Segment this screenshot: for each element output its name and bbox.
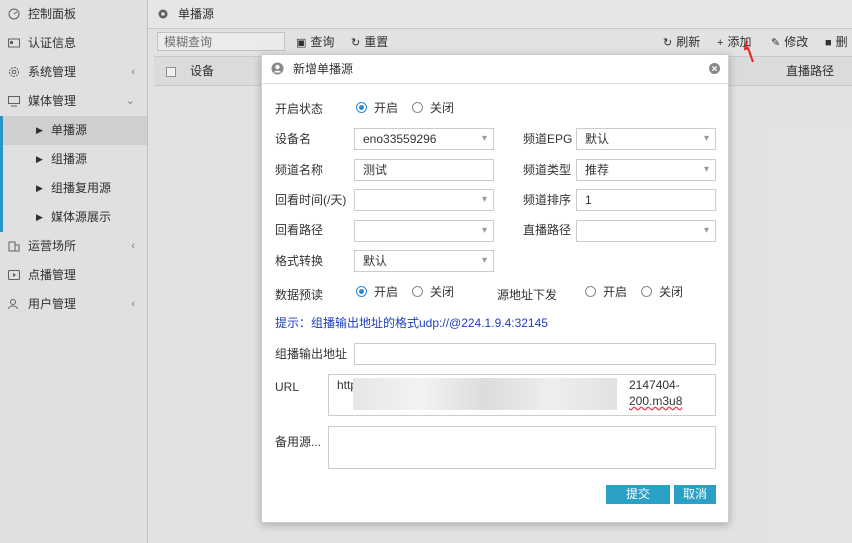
submit-button[interactable]: 提交 xyxy=(606,485,670,504)
format-hint: 提示：组播输出地址的格式udp://@224.1.9.4:32145 xyxy=(275,316,548,330)
src-off-radio[interactable]: 关闭 xyxy=(641,282,683,302)
radio-label: 关闭 xyxy=(659,285,684,299)
device-label: 设备名 xyxy=(275,132,312,146)
mc-out-label: 组播输出地址 xyxy=(275,347,348,361)
preview-label: 数据预读 xyxy=(275,288,324,302)
channel-type-label: 频道类型 xyxy=(523,163,572,177)
radio-dot xyxy=(585,286,596,297)
format-select[interactable]: 默认 xyxy=(354,250,494,272)
preview-off-radio[interactable]: 关闭 xyxy=(412,282,454,302)
src-dispatch-label: 源地址下发 xyxy=(497,288,558,302)
backup-textarea[interactable] xyxy=(328,426,716,469)
channel-name-label: 频道名称 xyxy=(275,163,324,177)
red-arrow-annotation xyxy=(744,40,754,63)
epg-label: 频道EPG xyxy=(523,132,573,146)
url-text-mid: 2147404- xyxy=(629,378,680,392)
lookback-select[interactable] xyxy=(354,189,494,211)
preview-on-radio[interactable]: 开启 xyxy=(356,282,398,302)
radio-dot xyxy=(641,286,652,297)
live-path-select[interactable] xyxy=(576,220,716,242)
url-text-end: 200.m3u8 xyxy=(629,394,683,408)
device-select[interactable]: eno33559296 xyxy=(354,128,494,150)
order-label: 频道排序 xyxy=(523,193,572,207)
live-path-label: 直播路径 xyxy=(523,223,572,237)
lookback-label: 回看时间(/天) xyxy=(275,193,347,207)
lookback-path-select[interactable] xyxy=(354,220,494,242)
url-label: URL xyxy=(275,380,300,394)
url-textarea[interactable]: http 2147404- 200.m3u8 xyxy=(328,374,716,416)
channel-name-value: 测试 xyxy=(363,163,388,177)
radio-dot xyxy=(356,102,367,113)
radio-dot xyxy=(356,286,367,297)
epg-select[interactable]: 默认 xyxy=(576,128,716,150)
redaction-blur xyxy=(353,378,617,410)
radio-label: 开启 xyxy=(603,285,628,299)
add-unicast-dialog: 新增单播源 开启状态 开启 关闭 设备名 eno33559296 频道EPG 默… xyxy=(261,54,729,523)
format-value: 默认 xyxy=(363,254,388,268)
user-icon xyxy=(271,62,284,75)
src-on-radio[interactable]: 开启 xyxy=(585,282,627,302)
radio-dot xyxy=(412,102,423,113)
channel-name-input[interactable]: 测试 xyxy=(354,159,494,181)
mc-out-input[interactable] xyxy=(354,343,716,365)
backup-label: 备用源... xyxy=(275,435,322,449)
radio-label: 关闭 xyxy=(430,285,455,299)
dialog-title: 新增单播源 xyxy=(293,62,354,76)
radio-label: 关闭 xyxy=(430,101,455,115)
enable-off-radio[interactable]: 关闭 xyxy=(412,98,454,118)
order-input[interactable]: 1 xyxy=(576,189,716,211)
epg-value: 默认 xyxy=(585,132,610,146)
radio-label: 开启 xyxy=(374,285,399,299)
dialog-header: 新增单播源 xyxy=(262,55,728,84)
cancel-button[interactable]: 取消 xyxy=(674,485,716,504)
radio-dot xyxy=(412,286,423,297)
close-icon[interactable] xyxy=(709,63,720,74)
order-value: 1 xyxy=(585,193,592,207)
enable-on-radio[interactable]: 开启 xyxy=(356,98,398,118)
lookback-path-label: 回看路径 xyxy=(275,223,324,237)
format-label: 格式转换 xyxy=(275,254,324,268)
channel-type-select[interactable]: 推荐 xyxy=(576,159,716,181)
channel-type-value: 推荐 xyxy=(585,163,610,177)
enable-label: 开启状态 xyxy=(275,102,324,116)
radio-label: 开启 xyxy=(374,101,399,115)
device-value: eno33559296 xyxy=(363,132,437,146)
